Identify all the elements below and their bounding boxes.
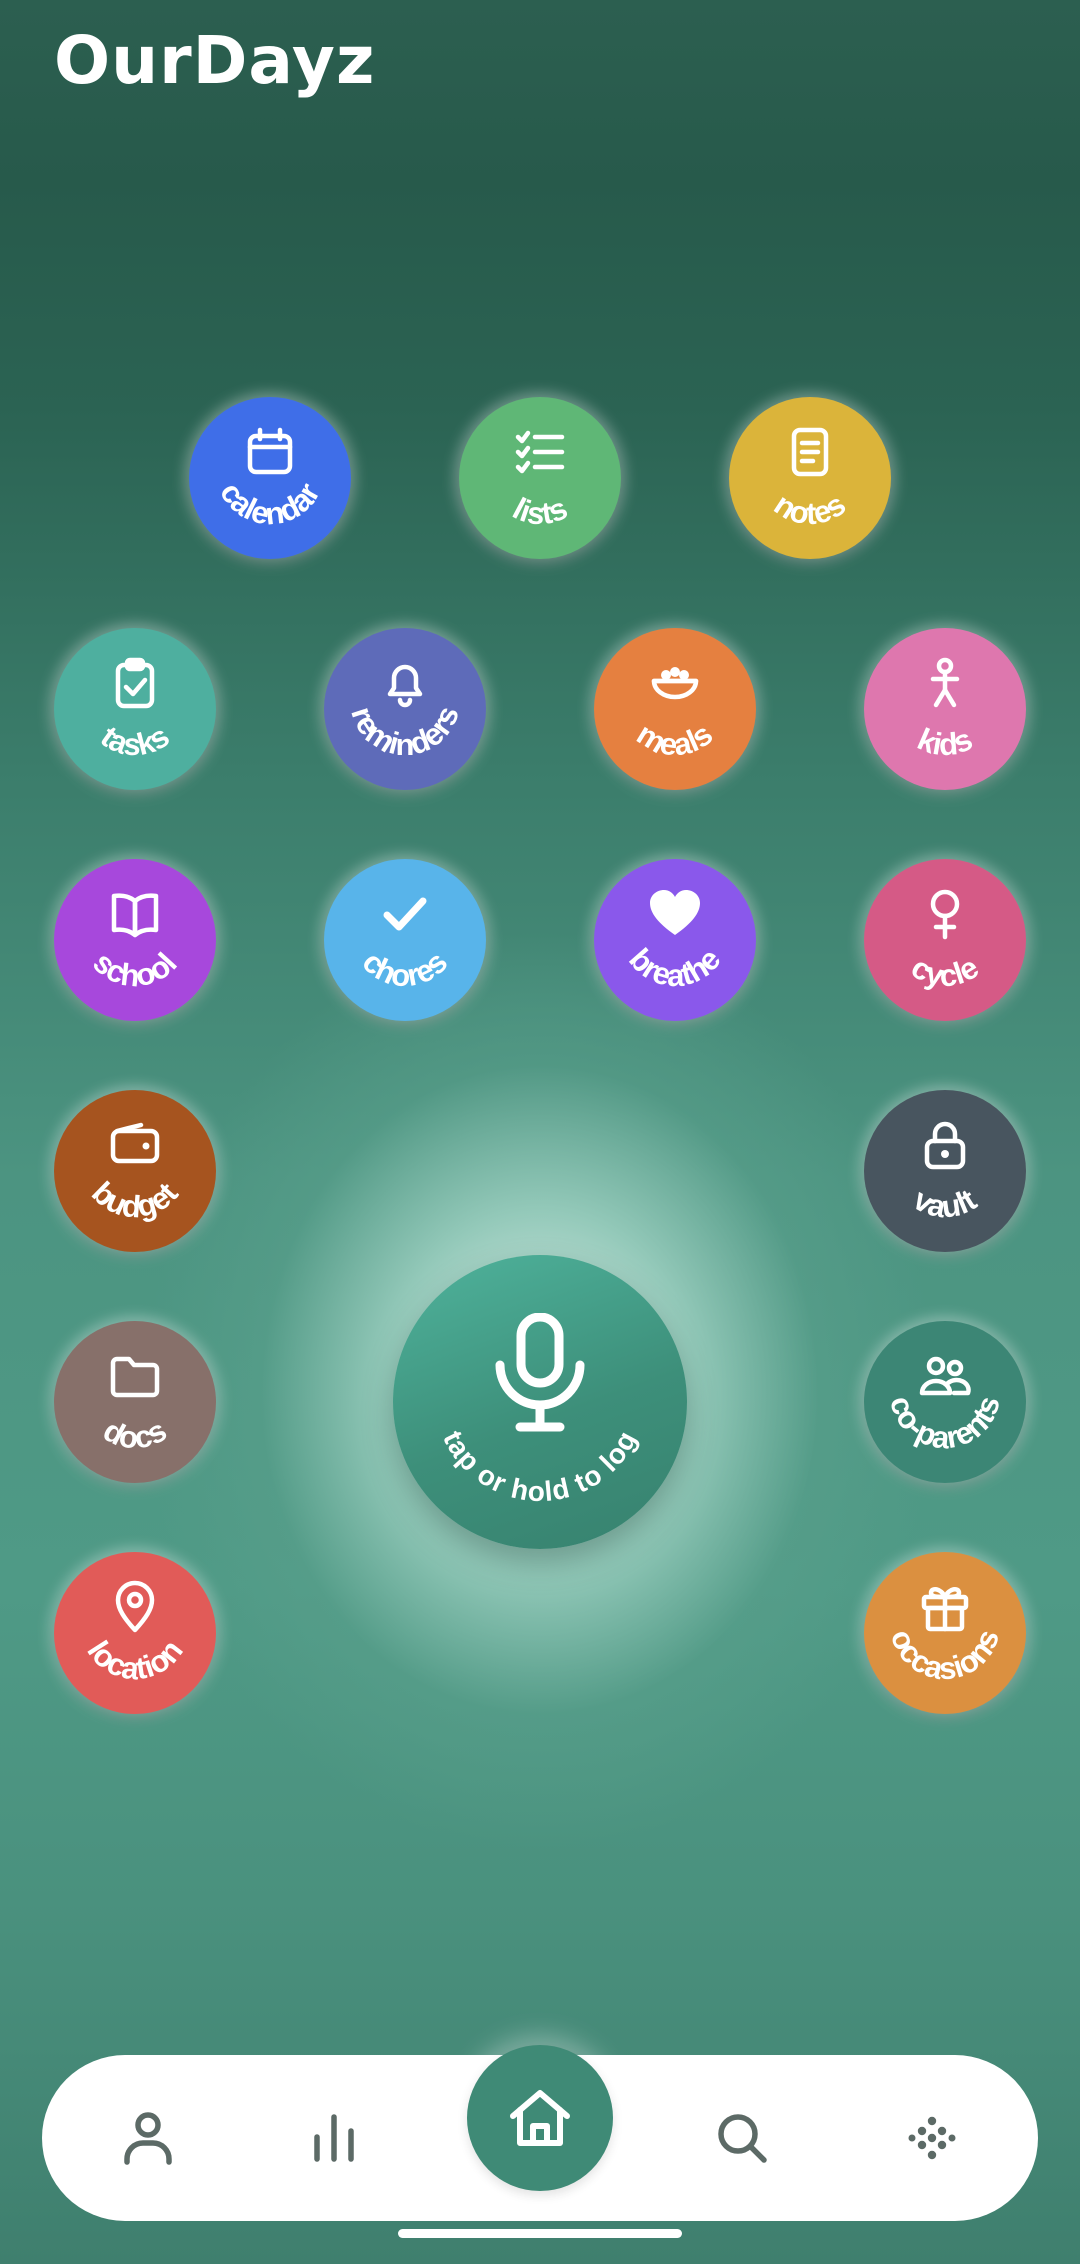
user-icon — [124, 2112, 172, 2165]
check-icon — [378, 887, 432, 941]
home-indicator — [398, 2229, 682, 2238]
module-label: notes — [768, 486, 852, 531]
module-button-location[interactable]: location — [54, 1552, 216, 1714]
module-button-occasions[interactable]: occasions — [864, 1552, 1026, 1714]
nav-home[interactable] — [467, 2045, 613, 2191]
note-icon — [783, 425, 837, 479]
module-button-meals[interactable]: meals — [594, 628, 756, 790]
module-button-reminders[interactable]: reminders — [324, 628, 486, 790]
folder-icon — [108, 1349, 162, 1403]
module-label: cycle — [905, 950, 984, 994]
child-icon — [918, 656, 972, 710]
module-label: location — [80, 1633, 189, 1687]
users-icon — [918, 1349, 972, 1403]
microphone-icon — [495, 1312, 585, 1432]
module-button-kids[interactable]: kids — [864, 628, 1026, 790]
voice-log-label: tap or hold to log — [437, 1425, 643, 1507]
nav-stats[interactable] — [274, 2055, 394, 2221]
module-button-budget[interactable]: budget — [54, 1090, 216, 1252]
module-label: reminders — [344, 701, 466, 762]
module-button-breathe[interactable]: breathe — [594, 859, 756, 1021]
bell-icon — [378, 656, 432, 710]
module-button-cycle[interactable]: cycle — [864, 859, 1026, 1021]
female-icon — [918, 887, 972, 941]
calendar-icon — [243, 425, 297, 479]
clipboard-check-icon — [108, 656, 162, 710]
app-title: OurDayz — [54, 22, 376, 99]
map-pin-icon — [108, 1580, 162, 1634]
module-label: meals — [631, 716, 719, 763]
nav-search[interactable] — [682, 2055, 802, 2221]
module-button-chores[interactable]: chores — [324, 859, 486, 1021]
checklist-icon — [513, 425, 567, 479]
module-label: tasks — [94, 718, 175, 762]
module-button-notes[interactable]: notes — [729, 397, 891, 559]
bowl-icon — [648, 656, 702, 710]
module-label: kids — [913, 721, 978, 762]
module-label: calendar — [213, 476, 327, 531]
voice-log-button[interactable]: tap or hold to log — [393, 1255, 687, 1549]
module-label: lists — [507, 490, 572, 531]
nav-profile[interactable] — [88, 2055, 208, 2221]
module-label: docs — [98, 1412, 173, 1455]
module-button-school[interactable]: school — [54, 859, 216, 1021]
module-label: vault — [908, 1182, 983, 1225]
module-button-lists[interactable]: lists — [459, 397, 621, 559]
search-icon — [718, 2114, 767, 2163]
gift-icon — [918, 1580, 972, 1634]
module-button-tasks[interactable]: tasks — [54, 628, 216, 790]
module-button-docs[interactable]: docs — [54, 1321, 216, 1483]
module-button-vault[interactable]: vault — [864, 1090, 1026, 1252]
module-button-co-parents[interactable]: co-parents — [864, 1321, 1026, 1483]
lock-icon — [918, 1118, 972, 1172]
dots-grid-icon — [908, 2116, 956, 2160]
module-label: breathe — [622, 942, 727, 993]
home-icon — [510, 2090, 570, 2146]
module-label: chores — [356, 944, 455, 993]
module-label: budget — [85, 1175, 185, 1225]
wallet-icon — [108, 1118, 162, 1172]
nav-more[interactable] — [872, 2055, 992, 2221]
heart-icon — [648, 887, 702, 941]
bar-chart-icon — [314, 2114, 354, 2162]
book-icon — [108, 887, 162, 941]
module-label: school — [86, 945, 183, 994]
module-button-calendar[interactable]: calendar — [189, 397, 351, 559]
